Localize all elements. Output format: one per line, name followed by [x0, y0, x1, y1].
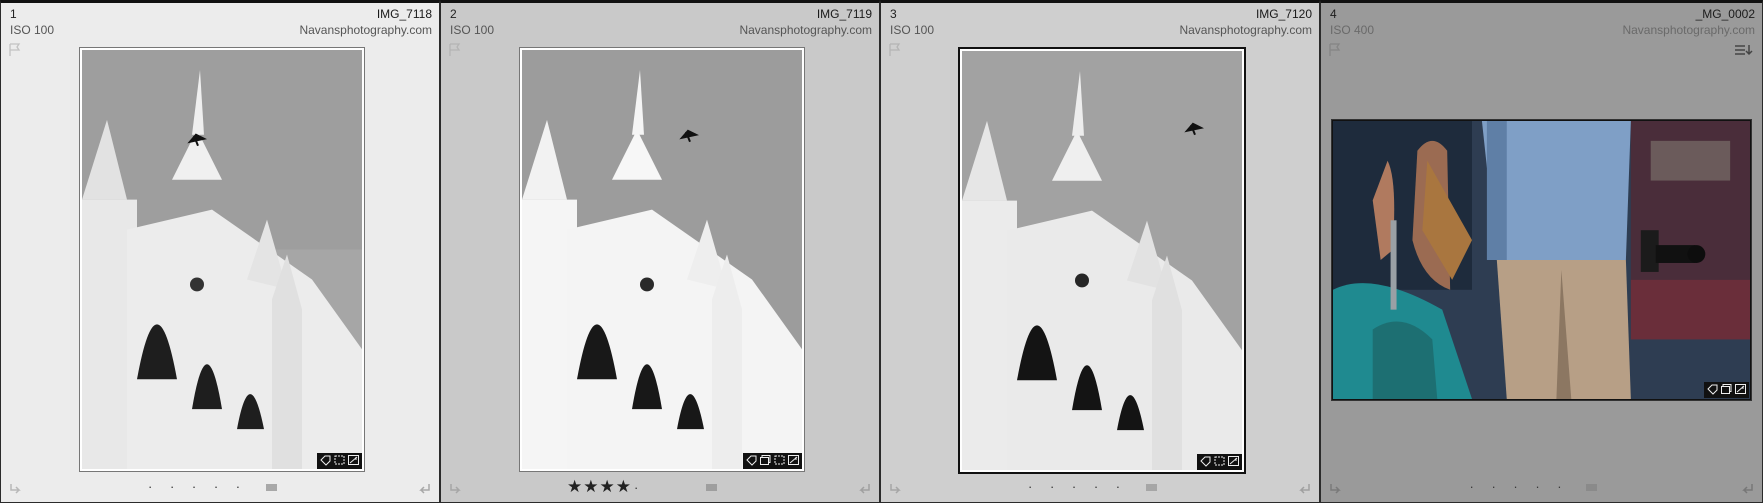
- crop-badge-icon[interactable]: [773, 454, 786, 466]
- church-photo-image: [962, 51, 1242, 470]
- thumbnail-badges: [743, 453, 802, 469]
- color-label-swatch[interactable]: [1586, 484, 1597, 491]
- color-label-swatch[interactable]: [706, 484, 717, 491]
- rotate-left-icon[interactable]: [448, 482, 464, 496]
- thumbnail-cell-3[interactable]: 3 ISO 100 IMG_7120 Navansphotography.com: [880, 0, 1320, 503]
- thumbnail-badges: [1704, 382, 1749, 398]
- keyword-badge-icon[interactable]: [319, 454, 332, 466]
- thumbnail-badges: [317, 453, 362, 469]
- flag-icon[interactable]: [888, 43, 902, 57]
- rating-dots[interactable]: · · · · ·: [1028, 479, 1127, 494]
- filename-label: _MG_0002: [1695, 7, 1755, 21]
- rotate-left-icon[interactable]: [1328, 482, 1344, 496]
- rotate-left-icon[interactable]: [888, 482, 904, 496]
- develop-adjustment-badge-icon[interactable]: [1734, 383, 1747, 395]
- photo-frame[interactable]: [958, 47, 1246, 474]
- crop-badge-icon[interactable]: [1213, 455, 1226, 467]
- collection-badge-icon[interactable]: [759, 454, 772, 466]
- iso-label: ISO 100: [10, 23, 55, 37]
- star-rating-remainder: ·: [633, 480, 646, 495]
- star-rating[interactable]: ★★★★ ·: [567, 477, 645, 497]
- photo-frame[interactable]: [1331, 119, 1752, 401]
- flag-icon[interactable]: [1328, 43, 1342, 57]
- flag-icon[interactable]: [8, 43, 22, 57]
- filename-label: IMG_7118: [376, 7, 432, 21]
- church-photo-image: [82, 50, 362, 469]
- church-photo-image: [522, 50, 802, 469]
- develop-adjustment-badge-icon[interactable]: [1227, 455, 1240, 467]
- rating-dots[interactable]: · · · · ·: [1470, 479, 1569, 494]
- watermark-label: Navansphotography.com: [1179, 23, 1312, 37]
- photo-thumbnail[interactable]: [82, 50, 362, 469]
- street-photo-image: [1333, 121, 1750, 399]
- photo-thumbnail[interactable]: [962, 51, 1242, 470]
- thumbnail-cell-4[interactable]: 4 ISO 400 _MG_0002 Navansphotography.com: [1320, 0, 1763, 503]
- collection-badge-icon[interactable]: [1720, 383, 1733, 395]
- develop-adjustment-badge-icon[interactable]: [787, 454, 800, 466]
- crop-badge-icon[interactable]: [333, 454, 346, 466]
- keyword-badge-icon[interactable]: [745, 454, 758, 466]
- rotate-right-icon[interactable]: [856, 482, 872, 496]
- thumbnail-badges: [1197, 454, 1242, 470]
- flag-icon[interactable]: [448, 43, 462, 57]
- iso-label: ISO 400: [1330, 23, 1375, 37]
- develop-adjustment-badge-icon[interactable]: [347, 454, 360, 466]
- star-rating-stars: ★★★★: [567, 477, 632, 496]
- color-label-swatch[interactable]: [266, 484, 277, 491]
- watermark-label: Navansphotography.com: [1622, 23, 1755, 37]
- filename-label: IMG_7120: [1255, 7, 1312, 21]
- rating-dots[interactable]: · · · · ·: [148, 479, 247, 494]
- metadata-list-icon[interactable]: [1734, 43, 1754, 57]
- keyword-badge-icon[interactable]: [1199, 455, 1212, 467]
- keyword-badge-icon[interactable]: [1706, 383, 1719, 395]
- color-label-swatch[interactable]: [1146, 484, 1157, 491]
- watermark-label: Navansphotography.com: [299, 23, 432, 37]
- photo-frame[interactable]: [519, 47, 805, 472]
- photo-thumbnail[interactable]: [522, 50, 802, 469]
- iso-label: ISO 100: [450, 23, 495, 37]
- rotate-right-icon[interactable]: [416, 482, 432, 496]
- photo-frame[interactable]: [79, 47, 365, 472]
- cell-index: 4: [1330, 7, 1337, 21]
- thumbnail-cell-1[interactable]: 1 ISO 100 IMG_7118 Navansphotography.com: [0, 0, 440, 503]
- rotate-right-icon[interactable]: [1296, 482, 1312, 496]
- thumbnail-cell-2[interactable]: 2 ISO 100 IMG_7119 Navansphotography.com: [440, 0, 880, 503]
- cell-index: 2: [450, 7, 457, 21]
- cell-index: 1: [10, 7, 17, 21]
- filename-label: IMG_7119: [816, 7, 872, 21]
- cell-index: 3: [890, 7, 897, 21]
- thumbnail-grid: 1 ISO 100 IMG_7118 Navansphotography.com: [0, 0, 1763, 503]
- iso-label: ISO 100: [890, 23, 935, 37]
- watermark-label: Navansphotography.com: [739, 23, 872, 37]
- photo-thumbnail[interactable]: [1333, 121, 1750, 399]
- rotate-right-icon[interactable]: [1739, 482, 1755, 496]
- rotate-left-icon[interactable]: [8, 482, 24, 496]
